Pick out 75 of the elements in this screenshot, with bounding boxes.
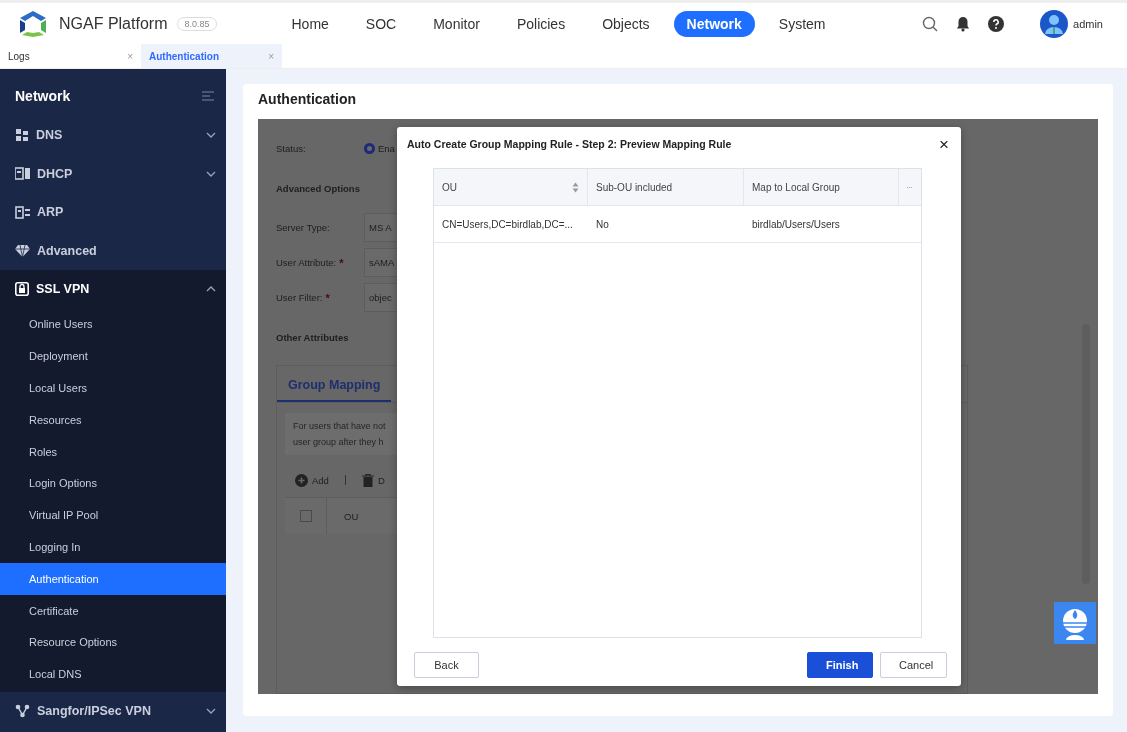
- sidebar-subitem[interactable]: Local Users: [0, 372, 226, 404]
- required-mark: *: [325, 291, 330, 304]
- sidebar-item[interactable]: ARP: [0, 193, 226, 232]
- avatar-icon[interactable]: [1040, 9, 1069, 38]
- server-tree-icon: [15, 128, 29, 143]
- radio-label: Ena: [378, 143, 395, 154]
- column-header: Map to Local Group: [744, 169, 899, 205]
- search-icon[interactable]: [922, 15, 939, 32]
- sidebar-item[interactable]: Sangfor/IPSec VPN: [0, 692, 226, 731]
- section-heading: Other Attributes: [276, 330, 349, 345]
- nav-item[interactable]: Policies: [503, 10, 579, 37]
- sidebar-item[interactable]: DHCP: [0, 154, 226, 193]
- sidebar-subitem[interactable]: Virtual IP Pool: [0, 499, 226, 532]
- collapse-menu-icon[interactable]: [202, 91, 214, 101]
- lock-icon: [15, 282, 29, 297]
- sort-icon[interactable]: [572, 181, 579, 193]
- sidebar-title: Network: [15, 88, 71, 104]
- field-label: User Attribute:: [276, 257, 337, 268]
- nav-item[interactable]: Objects: [589, 10, 663, 37]
- page-tab[interactable]: Authentication ×: [141, 44, 282, 68]
- sidebar-subitem[interactable]: Authentication: [0, 562, 226, 595]
- logo-icon: [17, 9, 49, 38]
- more-icon[interactable]: [907, 185, 912, 189]
- table-icon: [15, 205, 30, 219]
- sidebar-subitem[interactable]: Logging In: [0, 531, 226, 563]
- close-button[interactable]: ×: [939, 135, 949, 153]
- table-cell-text: birdlab/Users/Users: [751, 217, 841, 232]
- trash-icon: [361, 473, 374, 487]
- nav-item[interactable]: System: [765, 10, 839, 37]
- nav-item[interactable]: Monitor: [420, 10, 493, 37]
- product-name: NGAF Platform: [59, 14, 168, 33]
- field-label: Status:: [276, 143, 307, 154]
- sidebar-item[interactable]: DNS: [0, 116, 226, 155]
- help-icon[interactable]: [988, 15, 1005, 32]
- page-title: Authentication: [258, 91, 357, 107]
- table-cell-text: No: [595, 217, 610, 232]
- sidebar-subitem[interactable]: Login Options: [0, 467, 226, 500]
- finish-button[interactable]: Finish: [807, 652, 873, 678]
- server-icon: [15, 167, 30, 181]
- chevron-icon: [206, 170, 216, 177]
- chevron-icon: [206, 132, 216, 139]
- sidebar-subitem[interactable]: Roles: [0, 435, 226, 468]
- nodes-icon: [15, 704, 30, 719]
- sidebar-subitem[interactable]: Resources: [0, 403, 226, 436]
- sidebar-subitem[interactable]: Online Users: [0, 308, 226, 341]
- required-mark: *: [339, 256, 344, 269]
- chevron-icon: [206, 286, 216, 293]
- column-header: OU: [326, 498, 359, 534]
- bell-icon[interactable]: [956, 15, 971, 32]
- nav-item[interactable]: Network: [673, 10, 755, 37]
- nav-item[interactable]: SOC: [352, 10, 410, 37]
- section-heading: Advanced Options: [276, 181, 360, 196]
- robot-assistant-icon[interactable]: [1054, 602, 1096, 644]
- page-tab[interactable]: Logs ×: [0, 44, 141, 68]
- column-header: Sub-OU included: [588, 169, 744, 205]
- column-header: OU: [434, 169, 588, 205]
- chevron-icon: [206, 708, 216, 715]
- dialog-title: Auto Create Group Mapping Rule - Step 2: Preview Mapping Rule: [407, 138, 732, 150]
- diamond-icon: [15, 244, 30, 258]
- nav-item[interactable]: Home: [278, 10, 342, 37]
- field-label: Server Type:: [276, 222, 330, 233]
- back-button[interactable]: Back: [414, 652, 479, 678]
- checkbox[interactable]: [300, 510, 312, 522]
- sidebar-subitem[interactable]: Resource Options: [0, 626, 226, 659]
- add-icon: [295, 473, 308, 487]
- user-name[interactable]: admin: [1073, 17, 1103, 30]
- cancel-button[interactable]: Cancel: [880, 652, 947, 678]
- field-label: User Filter:: [276, 292, 323, 303]
- sidebar-item[interactable]: SSL VPN: [0, 270, 226, 309]
- radio-button[interactable]: [364, 143, 375, 154]
- sidebar-subitem[interactable]: Deployment: [0, 340, 226, 373]
- sidebar-subitem[interactable]: Certificate: [0, 594, 226, 627]
- table-cell-text: CN=Users,DC=birdlab,DC=...: [441, 217, 574, 232]
- sidebar-subitem[interactable]: Local DNS: [0, 658, 226, 691]
- sidebar-item[interactable]: Advanced: [0, 231, 226, 270]
